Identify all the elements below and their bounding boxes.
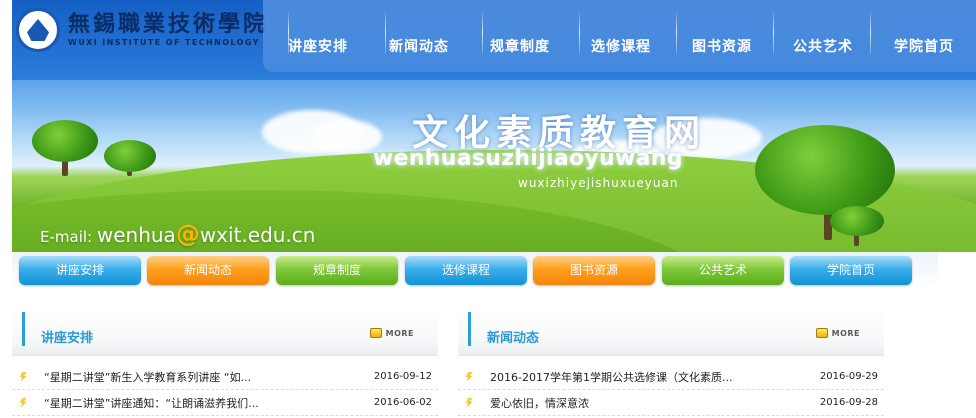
more-label: MORE xyxy=(385,328,414,338)
site-pinyin: wenhuasuzhijiaoyuwang xyxy=(373,146,683,171)
tree-icon xyxy=(104,140,156,172)
more-label: MORE xyxy=(831,328,860,338)
tree-icon xyxy=(755,125,895,215)
panel-title: 新闻动态 xyxy=(487,331,540,346)
lightning-bullet-icon xyxy=(18,372,28,382)
item-title[interactable]: 爱心依旧，情深意浓 xyxy=(490,395,808,411)
site-subtitle: wuxizhiyejishuxueyuan xyxy=(518,176,679,190)
email-domain: wxit.edu.cn xyxy=(199,223,316,247)
nav-separator xyxy=(870,10,871,54)
list-item[interactable]: “星期二讲堂”讲座通知：“让朗诵滋养我们... 2016-06-02 xyxy=(12,390,438,416)
logo-name-en: WUXI INSTITUTE OF TECHNOLOGY xyxy=(68,38,260,47)
nav-separator xyxy=(676,10,677,54)
item-date: 2016-09-12 xyxy=(373,371,432,382)
top-nav-electives[interactable]: 选修课程 xyxy=(591,36,651,56)
list-item[interactable]: 爱心依旧，情深意浓 2016-09-28 xyxy=(458,390,884,416)
tree-icon xyxy=(32,120,98,162)
menu-bar: 讲座安排 新闻动态 规章制度 选修课程 图书资源 公共艺术 学院首页 xyxy=(12,252,938,290)
lectures-more-link[interactable]: MORE xyxy=(369,328,414,338)
top-nav-home[interactable]: 学院首页 xyxy=(894,36,954,56)
school-emblem-icon xyxy=(16,8,60,52)
menu-home-button[interactable]: 学院首页 xyxy=(790,256,912,285)
top-nav-rules[interactable]: 规章制度 xyxy=(490,36,550,56)
item-title[interactable]: “星期二讲堂”新生入学教育系列讲座 “如... xyxy=(44,369,362,385)
menu-library-button[interactable]: 图书资源 xyxy=(533,256,655,285)
logo-name-cn: 無錫職業技術學院 xyxy=(68,11,269,37)
lectures-panel: 讲座安排 MORE “星期二讲堂”新生入学教育系列讲座 “如... 2016-0… xyxy=(12,308,438,416)
lightning-bullet-icon xyxy=(464,372,474,382)
top-navigation: 讲座安排 新闻动态 规章制度 选修课程 图书资源 公共艺术 学院首页 xyxy=(263,0,976,72)
news-more-link[interactable]: MORE xyxy=(815,328,860,338)
top-nav-news[interactable]: 新闻动态 xyxy=(389,36,449,56)
top-nav-arts[interactable]: 公共艺术 xyxy=(793,36,853,56)
school-logo[interactable]: 無錫職業技術學院 WUXI INSTITUTE OF TECHNOLOGY xyxy=(16,6,268,54)
top-nav-library[interactable]: 图书资源 xyxy=(692,36,752,56)
cloud xyxy=(312,120,382,154)
list-item[interactable]: 2016-2017学年第1学期公共选修课（文化素质... 2016-09-29 xyxy=(458,364,884,390)
panel-header: 讲座安排 MORE xyxy=(12,308,438,356)
menu-news-button[interactable]: 新闻动态 xyxy=(147,256,269,285)
lightning-bullet-icon xyxy=(464,398,474,408)
menu-arts-button[interactable]: 公共艺术 xyxy=(662,256,784,285)
news-list: 2016-2017学年第1学期公共选修课（文化素质... 2016-09-29 … xyxy=(458,364,884,416)
news-panel: 新闻动态 MORE 2016-2017学年第1学期公共选修课（文化素质... 2… xyxy=(458,308,884,416)
nav-separator xyxy=(579,10,580,54)
lightning-bullet-icon xyxy=(18,398,28,408)
item-title[interactable]: 2016-2017学年第1学期公共选修课（文化素质... xyxy=(490,369,808,385)
at-sign: @ xyxy=(175,220,200,248)
panel-accent-bar xyxy=(22,312,25,346)
list-item[interactable]: “星期二讲堂”新生入学教育系列讲座 “如... 2016-09-12 xyxy=(12,364,438,390)
nav-separator xyxy=(773,10,774,54)
email-user: wenhua xyxy=(96,223,176,247)
panel-header: 新闻动态 MORE xyxy=(458,308,884,356)
menu-rules-button[interactable]: 规章制度 xyxy=(276,256,398,285)
nav-separator xyxy=(482,10,483,54)
item-date: 2016-06-02 xyxy=(373,397,432,408)
item-title[interactable]: “星期二讲堂”讲座通知：“让朗诵滋养我们... xyxy=(44,395,362,411)
top-nav-lectures[interactable]: 讲座安排 xyxy=(288,36,348,56)
folder-icon xyxy=(369,328,382,338)
item-date: 2016-09-28 xyxy=(819,397,878,408)
contact-email: E-mail: wenhua@wxit.edu.cn xyxy=(40,220,315,248)
email-label: E-mail: xyxy=(40,228,97,246)
panel-title: 讲座安排 xyxy=(41,331,94,346)
nav-separator xyxy=(385,10,386,54)
lectures-list: “星期二讲堂”新生入学教育系列讲座 “如... 2016-09-12 “星期二讲… xyxy=(12,364,438,416)
folder-icon xyxy=(815,328,828,338)
panel-accent-bar xyxy=(468,312,471,346)
menu-lectures-button[interactable]: 讲座安排 xyxy=(19,256,141,285)
item-date: 2016-09-29 xyxy=(819,371,878,382)
tree-icon xyxy=(830,206,884,236)
menu-electives-button[interactable]: 选修课程 xyxy=(405,256,527,285)
